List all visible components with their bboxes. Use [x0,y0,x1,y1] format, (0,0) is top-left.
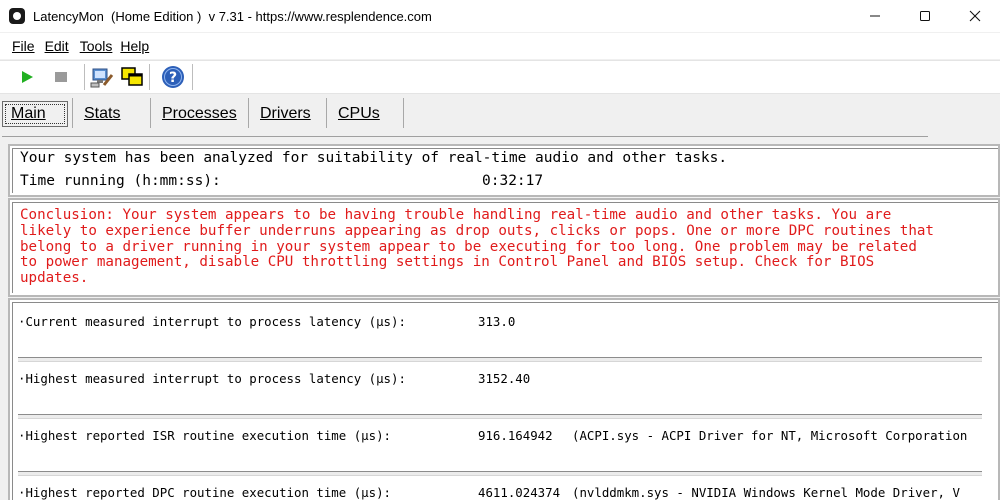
time-running-label: Time running (h:mm:ss): [20,173,221,189]
time-running-value: 0:32:17 [482,173,544,189]
menu-help-label: Help [120,38,150,54]
metric-label: ·Highest reported ISR routine execution … [18,428,391,443]
window-title: LatencyMon (Home Edition ) v 7.31 - http… [33,8,432,24]
tab-drivers-label: Drivers [260,105,311,122]
windows-button[interactable] [119,64,145,90]
svg-text:?: ? [169,70,177,86]
maximize-icon [920,11,930,21]
start-button[interactable] [14,64,40,90]
analysis-status-text: Your system has been analyzed for suitab… [20,150,728,166]
menu-edit[interactable]: Edit [45,38,69,54]
play-icon [22,71,33,83]
window-controls [850,0,1000,32]
tab-main-label: Main [11,105,46,122]
windows-icon [121,67,143,86]
maximize-button[interactable] [900,0,950,32]
toolbar-separator [192,64,193,90]
tab-bar-divider [2,136,928,137]
tab-stats[interactable]: Stats [76,101,120,127]
menu-file-label: File [12,38,35,54]
metric-value: 916.164942 [478,428,553,443]
menu-bar: File Edit Tools Help [0,33,1000,59]
conclusion-panel: Conclusion: Your system appears to be ha… [8,198,1000,297]
tab-separator [72,98,73,128]
metric-detail: (nvlddmkm.sys - NVIDIA Windows Kernel Mo… [572,485,960,500]
tab-stats-label: Stats [84,105,121,122]
tab-separator [248,98,249,128]
conclusion-text: Conclusion: Your system appears to be ha… [20,207,934,287]
tab-cpus[interactable]: CPUs [330,101,380,127]
tab-separator [403,98,404,128]
toolbar-separator [149,64,150,90]
minimize-icon [870,15,880,17]
metric-value: 4611.024374 [478,485,561,500]
menu-help[interactable]: Help [120,38,149,54]
toolbar: ? [0,60,1000,94]
title-bar: LatencyMon (Home Edition ) v 7.31 - http… [0,0,1000,32]
menu-edit-label: Edit [44,38,69,54]
stop-icon [55,72,67,82]
metric-detail: (ACPI.sys - ACPI Driver for NT, Microsof… [572,428,968,443]
tools-icon [90,68,114,88]
tab-separator [150,98,151,128]
tab-separator [326,98,327,128]
metric-value: 3152.40 [478,371,531,386]
tools-button[interactable] [89,64,115,90]
metric-divider [18,357,982,362]
metric-divider [18,471,982,476]
metric-divider [18,414,982,419]
summary-panel: Your system has been analyzed for suitab… [8,144,1000,197]
metric-label: ·Current measured interrupt to process l… [18,314,406,329]
help-icon: ? [162,66,184,88]
stop-button[interactable] [48,64,74,90]
metric-value: 313.0 [478,314,516,329]
tab-processes-label: Processes [162,105,237,122]
menu-tools[interactable]: Tools [80,38,113,54]
minimize-button[interactable] [850,0,900,32]
tab-cpus-label: CPUs [338,105,380,122]
close-button[interactable] [950,0,1000,32]
metrics-panel: ·Current measured interrupt to process l… [8,298,1000,500]
metric-label: ·Highest measured interrupt to process l… [18,371,406,386]
tab-drivers[interactable]: Drivers [252,101,311,127]
close-icon [969,10,981,22]
metric-label: ·Highest reported DPC routine execution … [18,485,391,500]
menu-tools-label: Tools [79,38,113,54]
menu-file[interactable]: File [12,38,35,54]
tab-processes[interactable]: Processes [154,101,237,127]
tab-bar: Main Stats Processes Drivers CPUs [0,96,1000,132]
app-logo-icon [9,8,25,24]
toolbar-separator [84,64,85,90]
help-button[interactable]: ? [160,64,186,90]
tab-main[interactable]: Main [2,101,68,127]
